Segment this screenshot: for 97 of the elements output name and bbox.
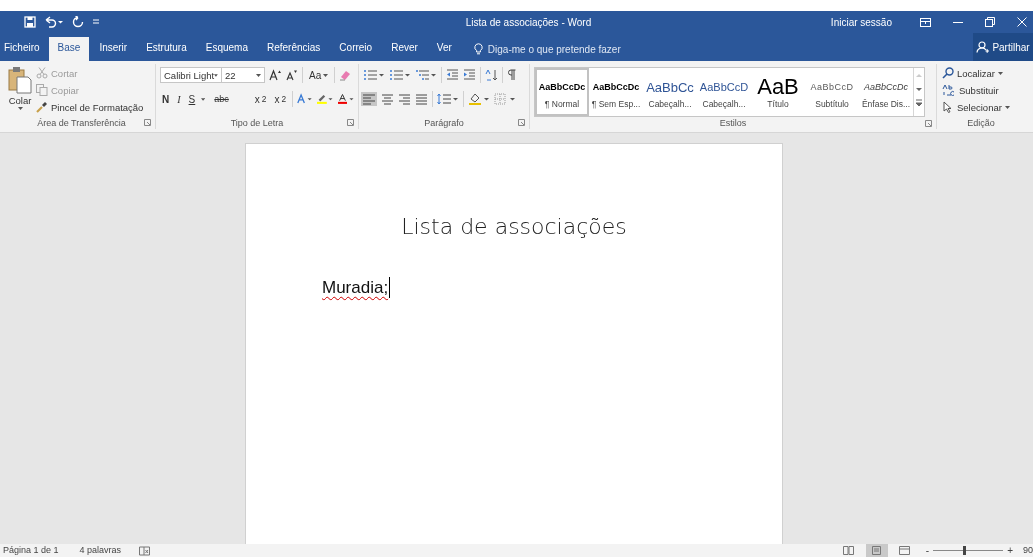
style-item[interactable]: AaBbCcD Subtítulo <box>805 68 859 116</box>
align-right-icon[interactable] <box>398 93 411 105</box>
sign-in-link[interactable]: Iniciar sessão <box>830 16 892 28</box>
group-label: Parágrafo <box>424 117 464 128</box>
sort-icon[interactable] <box>485 69 498 81</box>
customize-icon[interactable] <box>92 17 100 27</box>
replace-button[interactable]: Substituir <box>942 83 1021 97</box>
restore-icon[interactable] <box>985 17 995 27</box>
select-button[interactable]: Selecionar <box>942 100 1021 114</box>
grow-font-icon[interactable] <box>269 69 282 81</box>
ribbon-tab[interactable]: Base <box>48 37 90 61</box>
style-item[interactable]: AaBbCcD Cabeçalh... <box>697 68 751 116</box>
italic-button[interactable]: I <box>175 93 183 105</box>
save-icon[interactable] <box>24 16 36 28</box>
multilevel-list-icon[interactable] <box>415 69 437 81</box>
format-painter-button[interactable]: Pincel de Formatação <box>36 100 144 114</box>
book-icon <box>843 546 855 555</box>
ribbon-tab[interactable]: Correio <box>330 37 382 61</box>
caret-icon <box>323 73 329 77</box>
increase-indent-icon[interactable] <box>463 69 476 81</box>
ribbon-tab[interactable]: Referências <box>258 37 330 61</box>
style-item[interactable]: AaBbCcDc Ênfase Dis... <box>859 68 913 116</box>
dialog-launcher-icon[interactable] <box>347 119 354 126</box>
decrease-indent-icon[interactable] <box>446 69 459 81</box>
scissors-icon <box>36 67 48 79</box>
copy-icon <box>36 84 48 96</box>
find-button[interactable]: Localizar <box>942 66 1021 80</box>
font-name-field[interactable]: Calibri Light <box>160 67 222 83</box>
word-count[interactable]: 4 palavras <box>79 544 122 557</box>
tell-me-field[interactable]: Diga-me o que pretende fazer <box>467 37 627 61</box>
web-page-icon <box>899 546 911 555</box>
text-effects-icon[interactable] <box>296 93 314 105</box>
change-case-button[interactable]: Aa <box>307 69 331 81</box>
font-color-icon[interactable] <box>337 93 354 105</box>
shading-icon[interactable] <box>468 93 490 105</box>
ribbon-tab[interactable]: Rever <box>382 37 427 61</box>
font-size-field[interactable]: 22 <box>221 67 265 83</box>
group-label: Área de Transferência <box>37 117 126 128</box>
close-icon[interactable] <box>1017 17 1027 27</box>
ribbon-tab[interactable]: Ficheiro <box>0 37 48 61</box>
paste-button[interactable]: Colar <box>8 66 32 116</box>
page-count[interactable]: Página 1 de 1 <box>3 544 59 557</box>
caret-icon <box>214 73 218 77</box>
underline-button[interactable]: S <box>186 93 198 105</box>
document-title: Lista de associações <box>400 214 628 239</box>
bold-button[interactable]: N <box>160 93 172 105</box>
line-spacing-icon[interactable] <box>437 93 459 105</box>
paintbrush-icon <box>36 101 48 113</box>
style-item[interactable]: AaBbCc Cabeçalh... <box>643 68 697 116</box>
zoom-level[interactable]: 90 <box>1023 544 1033 557</box>
caret-icon <box>998 71 1004 75</box>
zoom-slider-thumb[interactable] <box>962 546 966 555</box>
pointer-icon <box>942 101 954 113</box>
redo-icon[interactable] <box>72 16 84 28</box>
group-label: Estilos <box>719 118 747 128</box>
person-icon <box>976 41 990 53</box>
caret-icon <box>1004 105 1010 109</box>
style-item[interactable]: AaBbCcDc ¶ Normal <box>535 68 589 116</box>
view-button[interactable] <box>865 544 888 557</box>
bullet-list-icon[interactable] <box>363 69 385 81</box>
page-icon <box>871 546 883 555</box>
ribbon-tab[interactable]: Esquema <box>196 37 257 61</box>
caret-icon <box>256 73 261 77</box>
align-left-icon[interactable] <box>361 92 377 106</box>
caret-icon <box>17 107 23 110</box>
zoom-out-button[interactable]: - <box>925 545 930 556</box>
style-item[interactable]: AaBbCcDc ¶ Sem Esp... <box>589 68 643 116</box>
eraser-icon[interactable] <box>339 69 353 81</box>
caret-icon[interactable] <box>201 97 206 101</box>
shrink-font-icon[interactable] <box>286 69 298 81</box>
dialog-launcher-icon[interactable] <box>518 119 525 126</box>
text-cursor <box>389 277 391 298</box>
replace-icon <box>942 84 956 96</box>
group-label: Tipo de Letra <box>230 117 284 128</box>
proofing-icon[interactable] <box>139 545 151 556</box>
pilcrow-icon[interactable] <box>507 69 516 81</box>
lightbulb-icon <box>473 43 483 55</box>
ribbon-tab[interactable]: Inserir <box>90 37 137 61</box>
zoom-in-button[interactable]: + <box>1007 545 1013 556</box>
justify-icon[interactable] <box>415 93 428 105</box>
ribbon-tab[interactable]: Ver <box>427 37 461 61</box>
style-item[interactable]: AaB Título <box>751 68 805 116</box>
ribbon-tab[interactable]: Estrutura <box>137 37 196 61</box>
highlighter-icon[interactable] <box>317 93 334 105</box>
dialog-launcher-icon[interactable] <box>925 120 932 127</box>
window-title: Lista de associações - Word <box>464 16 593 28</box>
align-center-icon[interactable] <box>381 93 394 105</box>
undo-icon[interactable] <box>44 16 64 28</box>
dialog-launcher-icon[interactable] <box>144 119 151 126</box>
numbered-list-icon[interactable] <box>389 69 411 81</box>
strikethrough-button[interactable]: abc <box>212 92 231 106</box>
ribbon-display-icon[interactable] <box>920 17 931 27</box>
body-text: Muradia; <box>322 277 389 298</box>
share-button[interactable]: Partilhar <box>973 33 1033 61</box>
search-icon <box>942 67 954 79</box>
clipboard-icon <box>8 66 32 94</box>
group-label: Edição <box>967 117 995 128</box>
